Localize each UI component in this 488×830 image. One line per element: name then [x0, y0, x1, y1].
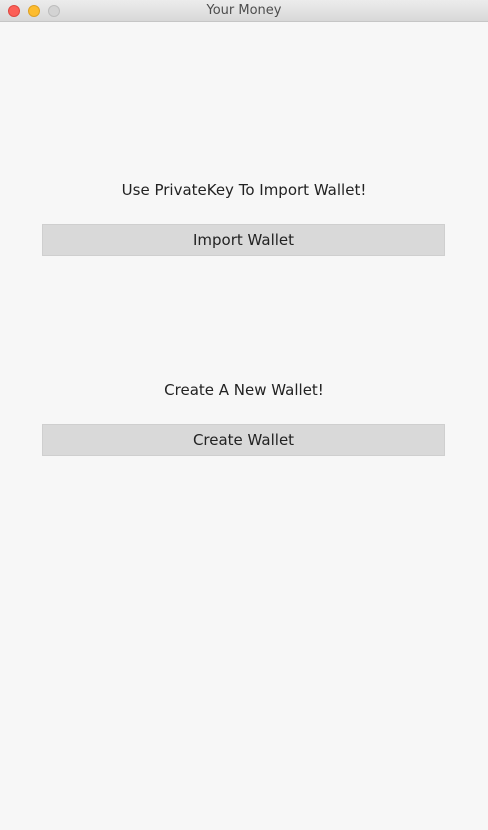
- app-window: Your Money Use PrivateKey To Import Wall…: [0, 0, 488, 830]
- window-title: Your Money: [206, 3, 282, 18]
- create-wallet-prompt: Create A New Wallet!: [164, 381, 324, 399]
- title-bar[interactable]: Your Money: [0, 0, 488, 22]
- create-wallet-button[interactable]: Create Wallet: [42, 424, 445, 456]
- import-wallet-prompt: Use PrivateKey To Import Wallet!: [121, 181, 367, 199]
- import-wallet-button[interactable]: Import Wallet: [42, 224, 445, 256]
